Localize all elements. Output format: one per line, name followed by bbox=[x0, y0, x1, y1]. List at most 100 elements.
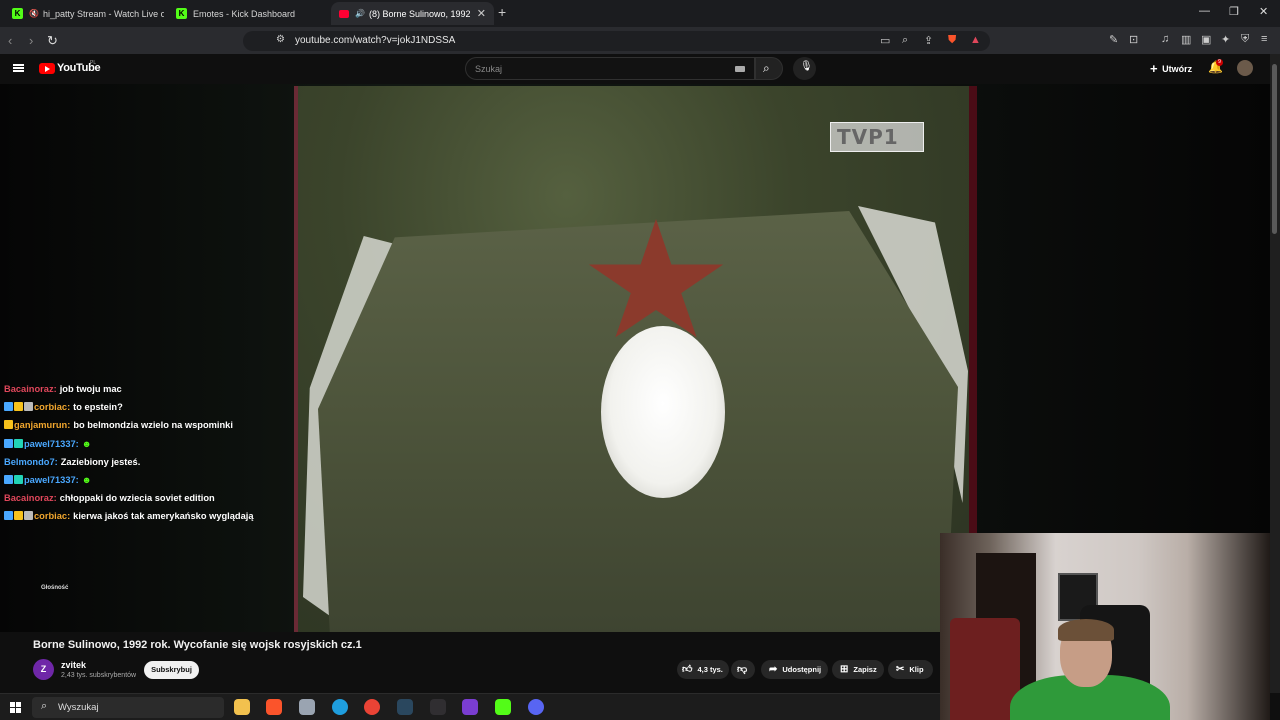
address-bar-row: ‹ › ↻ ⚐ ⚙ youtube.com/watch?v=jokJ1NDSSA… bbox=[0, 27, 1280, 54]
chat-username[interactable]: pawel71337: bbox=[24, 475, 79, 485]
chat-badge-icon bbox=[14, 402, 23, 412]
clip-label: Klip bbox=[909, 665, 924, 674]
forward-icon[interactable]: › bbox=[29, 33, 33, 48]
zoom-icon[interactable]: ⌕ bbox=[902, 34, 908, 47]
tv-channel-watermark: TVP1 bbox=[830, 122, 924, 152]
chat-text: kierwa jakoś tak amerykańsko wyglądają bbox=[73, 511, 254, 522]
file-explorer-icon[interactable] bbox=[234, 699, 250, 715]
chat-message: pawel71337: ☻ bbox=[4, 473, 294, 491]
url-text: youtube.com/watch?v=jokJ1NDSSA bbox=[295, 35, 456, 46]
oval-plaque bbox=[601, 326, 725, 498]
chrome-icon[interactable] bbox=[364, 699, 380, 715]
back-icon[interactable]: ‹ bbox=[8, 33, 12, 48]
dislike-button[interactable]: 👎︎ bbox=[731, 660, 755, 679]
chat-username[interactable]: ganjamurun: bbox=[14, 420, 70, 430]
tab-title: hi_patty Stream - Watch Live on K bbox=[42, 8, 164, 19]
search-input[interactable]: Szukaj bbox=[465, 57, 755, 80]
close-tab-icon[interactable]: ✕ bbox=[477, 7, 486, 20]
youtube-logo-icon[interactable] bbox=[39, 63, 55, 74]
storage-icon[interactable] bbox=[299, 699, 315, 715]
windows-start-icon[interactable] bbox=[10, 702, 21, 713]
chat-username[interactable]: corbiac: bbox=[34, 402, 70, 412]
chat-text: job twoju mac bbox=[59, 384, 122, 394]
browser-menu-icon[interactable]: ≡ bbox=[1261, 33, 1267, 45]
screenshot-icon[interactable]: ⊡ bbox=[1129, 33, 1138, 46]
scrollbar-thumb[interactable] bbox=[1272, 64, 1277, 234]
keyboard-icon[interactable] bbox=[735, 66, 745, 72]
chat-username[interactable]: Bacainoraz: bbox=[4, 493, 57, 503]
cast-icon[interactable]: ▭ bbox=[880, 34, 890, 47]
obs-icon[interactable] bbox=[430, 699, 446, 715]
edge-icon[interactable] bbox=[332, 699, 348, 715]
subscribe-button[interactable]: Subskrybuj bbox=[144, 661, 199, 679]
leo-ai-icon[interactable]: ✦ bbox=[1221, 33, 1230, 46]
share-label: Udostępnij bbox=[782, 665, 822, 674]
streamer-hair bbox=[1058, 619, 1114, 641]
chat-text: to epstein? bbox=[73, 402, 123, 413]
reload-icon[interactable]: ↻ bbox=[47, 33, 58, 49]
restore-icon[interactable]: ❐ bbox=[1229, 5, 1239, 18]
user-avatar[interactable] bbox=[1237, 60, 1253, 76]
chat-username[interactable]: corbiac: bbox=[34, 511, 70, 521]
steam-icon[interactable] bbox=[397, 699, 413, 715]
tab-kick-emotes[interactable]: K Emotes - Kick Dashboard bbox=[168, 2, 328, 25]
chat-badge-icon bbox=[4, 402, 13, 412]
brave-shield-icon[interactable]: ⛊ bbox=[948, 34, 956, 47]
scissors-icon: ✂ bbox=[896, 664, 905, 675]
video-frame[interactable]: TVP1 bbox=[294, 86, 977, 632]
media-icon[interactable]: ♫ bbox=[1161, 33, 1169, 45]
discord-icon[interactable] bbox=[528, 699, 544, 715]
search-button[interactable]: ⌕ bbox=[755, 57, 783, 80]
chat-username[interactable]: Belmondo7: bbox=[4, 457, 58, 467]
like-button[interactable]: 👍︎ 4,3 tys. bbox=[677, 660, 729, 679]
taskbar-search[interactable]: ⌕ Wyszukaj bbox=[32, 697, 224, 718]
browser-tab-strip: K 🔇 hi_patty Stream - Watch Live on K K … bbox=[0, 0, 1280, 27]
share-button[interactable]: ➦ Udostępnij bbox=[761, 660, 828, 679]
chat-username[interactable]: pawel71337: bbox=[24, 439, 79, 449]
menu-icon[interactable] bbox=[13, 64, 24, 72]
extensions-icon[interactable]: ✎ bbox=[1109, 33, 1118, 46]
search-placeholder: Szukaj bbox=[475, 64, 503, 74]
url-bar[interactable]: ⚙ youtube.com/watch?v=jokJ1NDSSA ▭ ⌕ ⇪ ⛊… bbox=[243, 31, 990, 51]
subscriber-count: 2,43 tys. subskrybentów bbox=[61, 672, 137, 679]
chat-message: ganjamurun: bo belmondzia wzielo na wspom… bbox=[4, 418, 294, 436]
new-tab-icon[interactable]: + bbox=[498, 4, 506, 20]
channel-avatar[interactable]: Z bbox=[33, 659, 54, 680]
chat-text: ☻ bbox=[81, 438, 92, 449]
app-icon[interactable] bbox=[462, 699, 478, 715]
brave-icon[interactable] bbox=[266, 699, 282, 715]
tab-kick-stream[interactable]: K 🔇 hi_patty Stream - Watch Live on K bbox=[4, 2, 164, 25]
sidebar-icon[interactable]: ▥ bbox=[1181, 33, 1191, 46]
site-settings-icon[interactable]: ⚙ bbox=[276, 34, 285, 45]
rewards-icon[interactable]: ▲ bbox=[970, 34, 981, 46]
vpn-icon[interactable]: ⛨ bbox=[1241, 33, 1249, 46]
windows-taskbar: ⌕ Wyszukaj bbox=[0, 693, 940, 720]
muted-icon[interactable]: 🔇 bbox=[29, 9, 39, 18]
video-title: Borne Sulinowo, 1992 rok. Wycofanie się … bbox=[33, 639, 362, 651]
save-button[interactable]: ⊞ Zapisz bbox=[832, 660, 884, 679]
tab-title: (8) Borne Sulinowo, 1992 rok bbox=[368, 8, 470, 19]
voice-search-button[interactable]: 🎙 bbox=[793, 57, 816, 80]
create-button[interactable]: + Utwórz bbox=[1150, 61, 1192, 76]
webcam-overlay bbox=[940, 533, 1270, 720]
kick-favicon-icon: K bbox=[176, 8, 187, 19]
channel-name[interactable]: zvitek bbox=[61, 660, 86, 670]
kick-icon[interactable] bbox=[495, 699, 511, 715]
tab-youtube[interactable]: 🔊 (8) Borne Sulinowo, 1992 rok ✕ bbox=[331, 2, 494, 25]
stream-chat-overlay: Bacainoraz: job twoju mac corbiac: to epste… bbox=[4, 382, 294, 528]
speaker-icon[interactable]: 🔊 bbox=[355, 9, 365, 18]
chat-text: Zaziebiony jesteś. bbox=[60, 456, 141, 467]
wallet-icon[interactable]: ▣ bbox=[1201, 33, 1211, 46]
close-window-icon[interactable]: ✕ bbox=[1259, 5, 1268, 18]
chat-badge-icon bbox=[14, 438, 23, 448]
minimize-icon[interactable]: — bbox=[1199, 5, 1210, 17]
share-page-icon[interactable]: ⇪ bbox=[924, 34, 933, 47]
chat-username[interactable]: Bacainoraz: bbox=[4, 384, 57, 394]
clip-button[interactable]: ✂ Klip bbox=[888, 660, 933, 679]
page-scrollbar[interactable] bbox=[1270, 54, 1280, 693]
chat-message: Belmondo7: Zaziebiony jesteś. bbox=[4, 455, 294, 473]
plus-icon: + bbox=[1150, 61, 1158, 76]
chat-text: bo belmondzia wzielo na wspominki bbox=[73, 420, 233, 431]
chat-text: chłoppaki do wziecia soviet edition bbox=[59, 493, 215, 504]
microphone-icon: 🎙 bbox=[800, 61, 813, 72]
